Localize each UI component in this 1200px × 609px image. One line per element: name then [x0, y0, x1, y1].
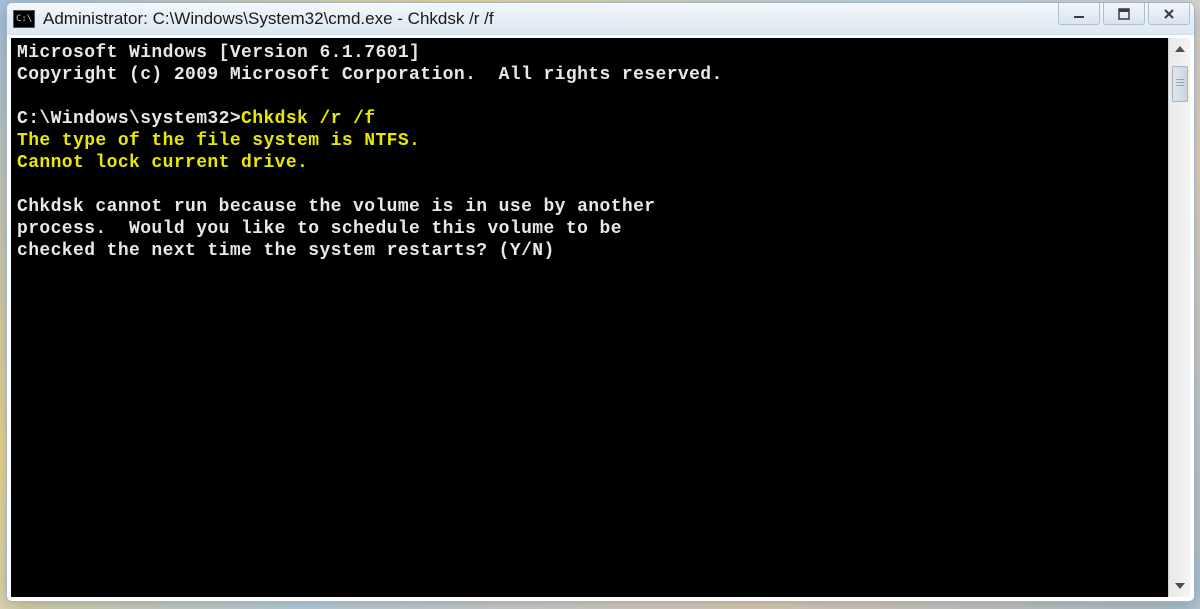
chevron-up-icon — [1175, 46, 1185, 52]
console-line: C:\Windows\system32>Chkdsk /r /f — [17, 108, 1162, 130]
scroll-down-button[interactable] — [1169, 575, 1191, 597]
console-line: Cannot lock current drive. — [17, 152, 1162, 174]
chevron-down-icon — [1175, 583, 1185, 589]
client-area: Microsoft Windows [Version 6.1.7601]Copy… — [7, 35, 1194, 601]
console-line: checked the next time the system restart… — [17, 240, 1162, 262]
scroll-up-button[interactable] — [1169, 38, 1191, 60]
console[interactable]: Microsoft Windows [Version 6.1.7601]Copy… — [11, 38, 1190, 597]
cmd-window: C:\ Administrator: C:\Windows\System32\c… — [6, 2, 1195, 602]
console-line: Copyright (c) 2009 Microsoft Corporation… — [17, 64, 1162, 86]
scroll-track[interactable] — [1169, 60, 1190, 575]
command-text: Chkdsk /r /f — [241, 109, 375, 129]
maximize-button[interactable] — [1103, 3, 1145, 25]
window-controls — [1058, 3, 1190, 25]
console-line: The type of the file system is NTFS. — [17, 130, 1162, 152]
prompt-text: C:\Windows\system32> — [17, 109, 241, 129]
close-icon — [1163, 8, 1175, 20]
console-line — [17, 86, 1162, 108]
window-title: Administrator: C:\Windows\System32\cmd.e… — [43, 9, 494, 29]
minimize-button[interactable] — [1058, 3, 1100, 25]
titlebar[interactable]: C:\ Administrator: C:\Windows\System32\c… — [7, 3, 1194, 35]
cmd-icon: C:\ — [13, 10, 35, 28]
console-line: Chkdsk cannot run because the volume is … — [17, 196, 1162, 218]
minimize-icon — [1073, 8, 1085, 20]
close-button[interactable] — [1148, 3, 1190, 25]
console-line — [17, 174, 1162, 196]
vertical-scrollbar[interactable] — [1168, 38, 1190, 597]
console-line: process. Would you like to schedule this… — [17, 218, 1162, 240]
scroll-thumb[interactable] — [1172, 66, 1188, 102]
maximize-icon — [1118, 8, 1130, 20]
console-line: Microsoft Windows [Version 6.1.7601] — [17, 42, 1162, 64]
console-output: Microsoft Windows [Version 6.1.7601]Copy… — [11, 38, 1168, 597]
